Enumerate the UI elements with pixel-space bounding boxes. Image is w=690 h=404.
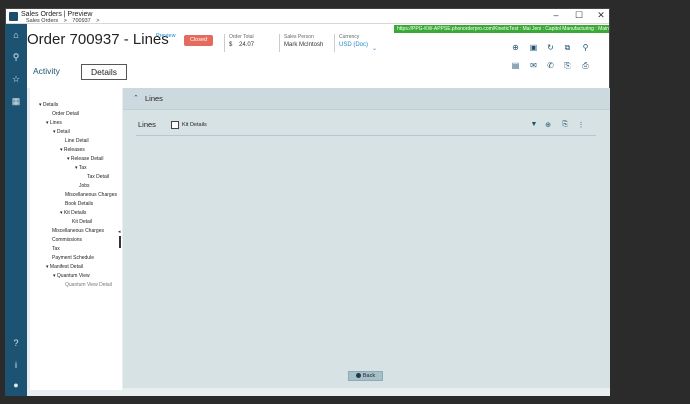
breadcrumb-order[interactable]: 700937 (72, 18, 90, 24)
tree-item[interactable]: Line Detail (65, 138, 89, 144)
help-icon[interactable]: ? (11, 338, 21, 348)
tree-item[interactable]: ▾ Detail (53, 129, 70, 135)
search-icon[interactable]: ⚲ (11, 52, 21, 62)
refresh-icon[interactable]: ↻ (546, 43, 555, 52)
grid-title: Lines (138, 120, 156, 129)
copy-icon[interactable]: ⧉ (563, 43, 572, 52)
app-logo-icon (9, 12, 18, 21)
tree-item[interactable]: ▾ Manifest Detail (46, 264, 83, 270)
filter-icon[interactable]: ▼ (530, 121, 538, 128)
chevron-down-icon[interactable]: ⌄ (372, 45, 377, 52)
tree-item[interactable]: ▾ Details (39, 102, 58, 108)
breadcrumb-separator: > (63, 18, 67, 24)
status-badge: Closed (184, 35, 213, 46)
collapse-icon[interactable]: ⌃ (133, 94, 139, 102)
tree-item[interactable]: ▾ Tax (75, 165, 87, 171)
page-title: Order 700937 - Lines (27, 31, 169, 48)
lines-section-header[interactable]: ⌃ Lines (123, 88, 610, 110)
apps-grid-icon[interactable]: ▦ (11, 96, 21, 106)
print-icon[interactable]: ⎙ (581, 61, 590, 70)
tree-item[interactable]: Tax (52, 246, 60, 252)
info-icon[interactable]: i (11, 360, 21, 370)
save-icon[interactable]: ▣ (529, 43, 538, 52)
currency-label: Currency (339, 34, 360, 40)
more-icon[interactable]: ⋮ (577, 121, 585, 129)
tree-item[interactable]: Order Detail (52, 111, 79, 117)
breadcrumb-separator: > (96, 18, 100, 24)
add-row-icon[interactable]: ⊕ (544, 121, 552, 129)
order-total-label: Order Total (229, 34, 254, 40)
search-record-icon[interactable]: ⚲ (581, 43, 590, 52)
star-icon[interactable]: ☆ (11, 74, 21, 84)
home-icon[interactable]: ⌂ (11, 30, 21, 40)
tree-item[interactable]: Kit Detail (72, 219, 92, 225)
divider (224, 34, 225, 52)
tree-item[interactable]: Payment Schedule (52, 255, 94, 261)
attachment-icon[interactable]: ⎘ (563, 61, 572, 70)
grid-divider (136, 135, 596, 136)
add-icon[interactable]: ⊕ (511, 43, 520, 52)
url-banner: https://PPG-KW-APPSE.phonorderpro.com/Ki… (394, 25, 609, 33)
navigation-tree: ▾ Details Order Detail ▾ Lines ▾ Detail … (30, 88, 122, 390)
breadcrumb: Sales Orders > 700937 > (26, 18, 104, 24)
tree-scrollbar[interactable] (119, 236, 121, 248)
order-total-value: 24.07 (239, 42, 255, 48)
back-button[interactable]: Back (348, 371, 383, 381)
order-total: Order Total $ 24.07 (229, 34, 254, 48)
sales-person: Sales Person Mark McIntosh (284, 34, 323, 48)
tree-item[interactable]: Commissions (52, 237, 82, 243)
divider (334, 34, 335, 52)
tree-item[interactable]: ▾ Lines (46, 120, 62, 126)
user-icon[interactable]: ● (11, 380, 21, 390)
tree-item[interactable]: ▾ Kit Details (60, 210, 86, 216)
window-title: Sales Orders | Preview (21, 11, 93, 18)
document-icon[interactable]: ▤ (511, 61, 520, 70)
tab-details[interactable]: Details (81, 64, 127, 80)
tree-item[interactable]: ▾ Quantum View (53, 273, 90, 279)
tree-item[interactable]: Book Details (65, 201, 93, 207)
breadcrumb-sales-orders[interactable]: Sales Orders (26, 18, 58, 24)
sales-person-value: Mark McIntosh (284, 42, 324, 48)
preview-link[interactable]: Preview (156, 33, 176, 39)
kit-details-label: Kit Details (182, 122, 207, 128)
left-nav: ⌂ ⚲ ☆ ▦ ? i ● (5, 24, 27, 396)
currency-value[interactable]: USD (Doc) (339, 42, 368, 48)
tree-item[interactable]: ▾ Releases (60, 147, 85, 153)
tree-item[interactable]: ▾ Release Detail (67, 156, 103, 162)
currency: Currency USD (Doc) (339, 34, 368, 48)
tree-item[interactable]: Tax Detail (87, 174, 109, 180)
tree-item[interactable]: Jobs (79, 183, 90, 189)
close-icon[interactable]: ✕ (591, 10, 611, 21)
kit-details-checkbox[interactable] (171, 121, 179, 129)
tree-item[interactable]: Miscellaneous Charges (52, 228, 104, 234)
sales-person-label: Sales Person (284, 34, 314, 40)
tree-item[interactable]: Quantum View Detail (65, 282, 112, 288)
email-icon[interactable]: ✉ (529, 61, 538, 70)
order-total-currency: $ (229, 42, 233, 48)
tree-item[interactable]: Miscellaneous Charges (65, 192, 117, 198)
attachment-row-icon[interactable]: ⎘ (561, 121, 569, 129)
divider (279, 34, 280, 52)
back-arrow-icon (355, 372, 361, 378)
lines-panel (123, 88, 610, 388)
phone-icon[interactable]: ✆ (546, 61, 555, 70)
tab-activity[interactable]: Activity (33, 66, 60, 76)
scroll-left-icon[interactable]: ◂ (118, 229, 121, 235)
maximize-icon[interactable]: ☐ (569, 10, 589, 21)
lines-section-title: Lines (145, 94, 163, 103)
minimize-icon[interactable]: – (546, 10, 566, 20)
